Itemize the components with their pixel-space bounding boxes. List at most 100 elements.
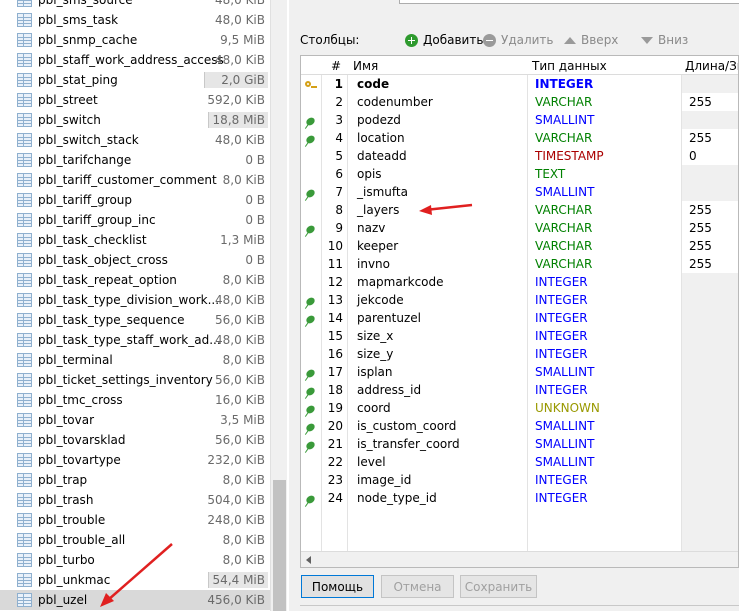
table-item[interactable]: pbl_snmp_cache 9,5 MiB (0, 30, 270, 50)
scroll-left-icon[interactable] (306, 556, 311, 564)
column-name[interactable]: location (357, 131, 405, 145)
column-type[interactable]: INTEGER (535, 491, 588, 505)
column-type[interactable]: SMALLINT (535, 113, 594, 127)
table-item[interactable]: pbl_trap 8,0 KiB (0, 470, 270, 490)
table-item[interactable]: pbl_tmc_cross 16,0 KiB (0, 390, 270, 410)
column-row[interactable]: 7 _ismufta SMALLINT (301, 183, 738, 201)
column-type[interactable]: VARCHAR (535, 95, 592, 109)
grid-horizontal-scrollbar[interactable] (301, 551, 738, 567)
column-row[interactable]: 4 location VARCHAR 255 (301, 129, 738, 147)
column-row[interactable]: 18 address_id INTEGER (301, 381, 738, 399)
help-button[interactable]: Помощь (301, 575, 374, 598)
table-item[interactable]: pbl_trash 504,0 KiB (0, 490, 270, 510)
table-item[interactable]: pbl_trouble_all 8,0 KiB (0, 530, 270, 550)
column-length[interactable]: 255 (689, 257, 712, 271)
column-row[interactable]: 24 node_type_id INTEGER (301, 489, 738, 507)
column-name[interactable]: codenumber (357, 95, 433, 109)
table-item[interactable]: pbl_task_type_staff_work_ad... 48,0 KiB (0, 330, 270, 350)
column-name[interactable]: opis (357, 167, 382, 181)
column-type[interactable]: TEXT (535, 167, 565, 181)
table-item[interactable]: pbl_staff_work_address_access 48,0 KiB (0, 50, 270, 70)
column-length[interactable]: 0 (689, 149, 697, 163)
column-type[interactable]: SMALLINT (535, 185, 594, 199)
table-item[interactable]: pbl_switch 18,8 MiB (0, 110, 270, 130)
column-type[interactable]: SMALLINT (535, 365, 594, 379)
scrollbar-thumb[interactable] (273, 480, 286, 611)
table-item[interactable]: pbl_task_object_cross 0 B (0, 250, 270, 270)
column-length[interactable]: 255 (689, 95, 712, 109)
table-item[interactable]: pbl_task_type_sequence 56,0 KiB (0, 310, 270, 330)
table-item[interactable]: pbl_tovar 3,5 MiB (0, 410, 270, 430)
column-type[interactable]: INTEGER (535, 347, 588, 361)
column-row[interactable]: 21 is_transfer_coord SMALLINT (301, 435, 738, 453)
column-type[interactable]: SMALLINT (535, 455, 594, 469)
column-row[interactable]: 19 coord UNKNOWN (301, 399, 738, 417)
column-name[interactable]: jekcode (357, 293, 404, 307)
comment-field[interactable] (399, 0, 739, 4)
table-item[interactable]: pbl_task_type_division_work... 48,0 KiB (0, 290, 270, 310)
column-length[interactable]: 255 (689, 221, 712, 235)
cancel-button[interactable]: Отмена (381, 575, 454, 598)
header-type[interactable]: Тип данных (532, 59, 607, 73)
column-name[interactable]: node_type_id (357, 491, 437, 505)
move-down-button[interactable]: Вниз (641, 31, 688, 49)
column-row[interactable]: 16 size_y INTEGER (301, 345, 738, 363)
table-item[interactable]: pbl_trouble 248,0 KiB (0, 510, 270, 530)
column-name[interactable]: nazv (357, 221, 385, 235)
column-name[interactable]: size_y (357, 347, 393, 361)
column-row[interactable]: 8 _layers VARCHAR 255 (301, 201, 738, 219)
table-list-scrollbar[interactable] (270, 0, 287, 611)
column-name[interactable]: is_transfer_coord (357, 437, 460, 451)
column-row[interactable]: 6 opis TEXT (301, 165, 738, 183)
column-type[interactable]: VARCHAR (535, 221, 592, 235)
column-type[interactable]: TIMESTAMP (535, 149, 604, 163)
column-length[interactable]: 255 (689, 239, 712, 253)
column-type[interactable]: UNKNOWN (535, 401, 600, 415)
column-name[interactable]: parentuzel (357, 311, 421, 325)
column-type[interactable]: VARCHAR (535, 257, 592, 271)
table-item[interactable]: pbl_task_repeat_option 8,0 KiB (0, 270, 270, 290)
column-row[interactable]: 10 keeper VARCHAR 255 (301, 237, 738, 255)
column-type[interactable]: VARCHAR (535, 131, 592, 145)
table-item[interactable]: pbl_terminal 8,0 KiB (0, 350, 270, 370)
column-name[interactable]: address_id (357, 383, 421, 397)
table-item[interactable]: pbl_stat_ping 2,0 GiB (0, 70, 270, 90)
column-length[interactable]: 255 (689, 203, 712, 217)
table-item[interactable]: pbl_tariff_customer_comment 8,0 KiB (0, 170, 270, 190)
column-name[interactable]: invno (357, 257, 390, 271)
column-type[interactable]: INTEGER (535, 473, 588, 487)
column-type[interactable]: INTEGER (535, 77, 593, 91)
column-name[interactable]: size_x (357, 329, 393, 343)
table-item[interactable]: pbl_uzel 456,0 KiB (0, 590, 270, 610)
column-row[interactable]: 20 is_custom_coord SMALLINT (301, 417, 738, 435)
column-row[interactable]: 22 level SMALLINT (301, 453, 738, 471)
table-item[interactable]: pbl_tovarsklad 56,0 KiB (0, 430, 270, 450)
table-item[interactable]: pbl_tariff_group 0 B (0, 190, 270, 210)
column-name[interactable]: mapmarkcode (357, 275, 444, 289)
column-name[interactable]: dateadd (357, 149, 407, 163)
column-name[interactable]: podezd (357, 113, 401, 127)
header-name[interactable]: Имя (353, 59, 378, 73)
add-column-button[interactable]: Добавить (405, 31, 483, 49)
column-row[interactable]: 5 dateadd TIMESTAMP 0 (301, 147, 738, 165)
column-type[interactable]: SMALLINT (535, 419, 594, 433)
column-name[interactable]: code (357, 77, 389, 91)
column-name[interactable]: _layers (357, 203, 399, 217)
column-type[interactable]: VARCHAR (535, 239, 592, 253)
column-row[interactable]: 23 image_id INTEGER (301, 471, 738, 489)
column-row[interactable]: 2 codenumber VARCHAR 255 (301, 93, 738, 111)
column-row[interactable]: 14 parentuzel INTEGER (301, 309, 738, 327)
column-row[interactable]: 3 podezd SMALLINT (301, 111, 738, 129)
column-row[interactable]: 13 jekcode INTEGER (301, 291, 738, 309)
table-item[interactable]: pbl_ticket_settings_inventory 56,0 KiB (0, 370, 270, 390)
column-row[interactable]: 11 invno VARCHAR 255 (301, 255, 738, 273)
column-row[interactable]: 12 mapmarkcode INTEGER (301, 273, 738, 291)
column-name[interactable]: image_id (357, 473, 411, 487)
column-length[interactable]: 255 (689, 131, 712, 145)
move-up-button[interactable]: Вверх (564, 31, 618, 49)
header-length[interactable]: Длина/Зн (685, 59, 738, 73)
column-name[interactable]: keeper (357, 239, 398, 253)
column-row[interactable]: 15 size_x INTEGER (301, 327, 738, 345)
save-button[interactable]: Сохранить (460, 575, 537, 598)
table-item[interactable]: pbl_task_checklist 1,3 MiB (0, 230, 270, 250)
